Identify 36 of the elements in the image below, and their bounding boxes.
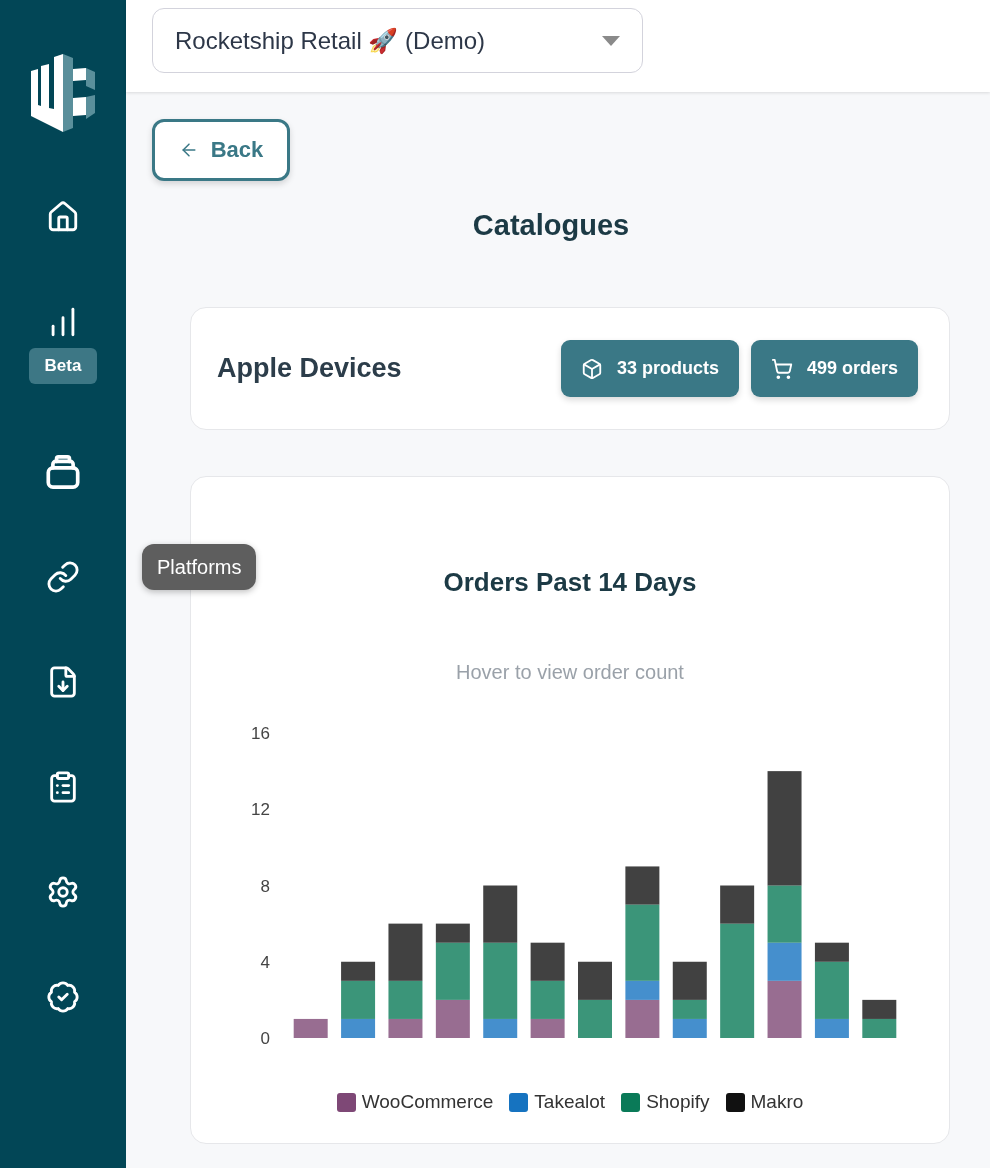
bar-segment [530, 942, 565, 981]
back-button[interactable]: Back [152, 119, 290, 181]
logo-icon [31, 53, 95, 133]
home-icon[interactable] [46, 200, 80, 234]
bar-segment [483, 885, 518, 943]
cart-icon [770, 357, 793, 380]
beta-badge: Beta [29, 348, 97, 384]
stacked-boxes-icon[interactable] [46, 455, 80, 489]
legend-label: Makro [750, 1091, 804, 1113]
bar-segment [578, 961, 612, 1000]
bar-segment [578, 999, 612, 1038]
account-select[interactable]: Rocketship Retail 🚀 (Demo) [152, 8, 643, 73]
chart-subtitle: Hover to view order count [456, 660, 684, 685]
y-tick-label: 12 [251, 800, 270, 820]
y-tick-label: 0 [260, 1029, 270, 1048]
stat-label: 499 orders [806, 358, 898, 379]
legend-label: Shopify [646, 1091, 710, 1113]
platforms-tooltip: Platforms [142, 544, 257, 590]
bar-segment [862, 999, 897, 1019]
bar-segment [862, 1018, 897, 1038]
y-tick-label: 4 [260, 952, 270, 972]
bar-segment [293, 1018, 328, 1038]
legend-label: Takealot [534, 1091, 606, 1113]
legend-label: WooCommerce [361, 1091, 494, 1113]
stat-label: 33 products [616, 358, 719, 379]
link-icon[interactable] [46, 560, 80, 594]
caret-icon [602, 35, 620, 46]
settings-icon[interactable] [46, 875, 80, 909]
page-title: Catalogues [471, 208, 631, 242]
y-tick-label: 16 [251, 724, 270, 743]
check-badge-icon[interactable] [46, 980, 80, 1014]
chart-title: Orders Past 14 Days [443, 566, 697, 598]
y-tick-label: 8 [260, 876, 270, 896]
catalogue-name: Apple Devices [217, 353, 402, 384]
cube-icon [580, 357, 603, 380]
bar-segment [672, 1018, 707, 1038]
